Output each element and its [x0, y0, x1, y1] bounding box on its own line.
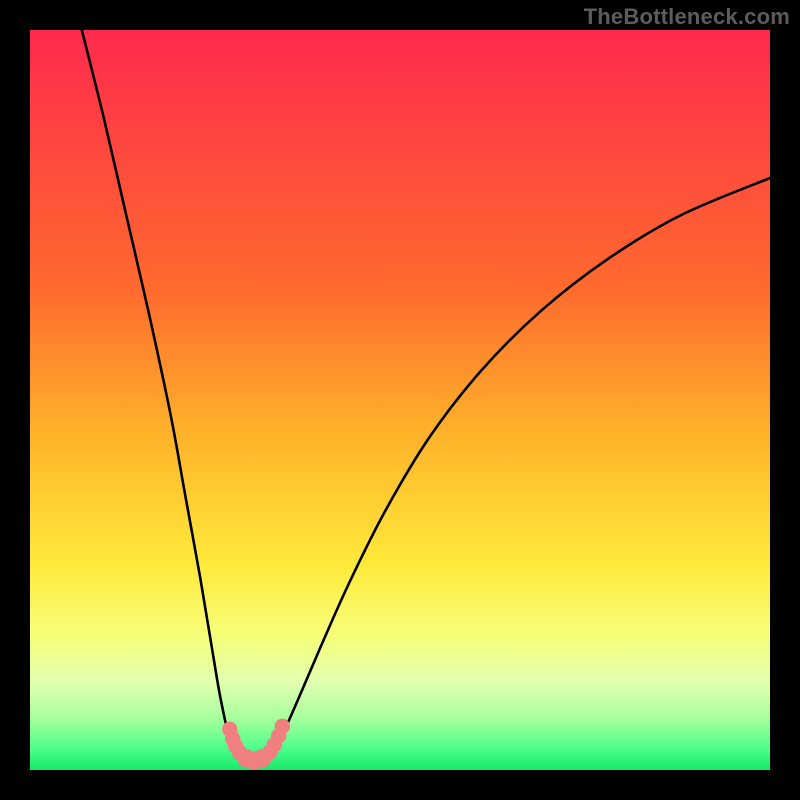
chart-frame: TheBottleneck.com — [0, 0, 800, 800]
chart-svg — [0, 0, 800, 800]
curve-marker — [275, 719, 290, 734]
watermark-text: TheBottleneck.com — [584, 4, 790, 30]
plot-background — [30, 30, 770, 770]
